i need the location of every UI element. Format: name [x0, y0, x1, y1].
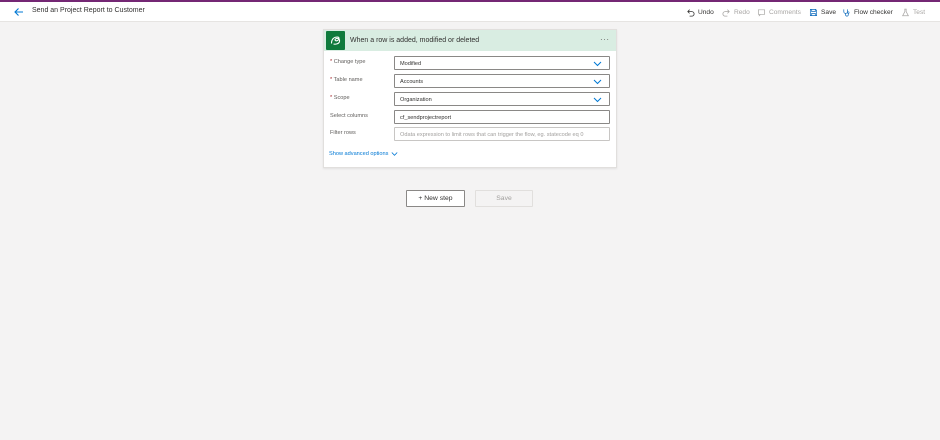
comments-label: Comments [769, 8, 801, 16]
save-command-label: Save [821, 8, 837, 16]
command-bar: Send an Project Report to Customer Undo … [0, 2, 940, 22]
show-advanced-options-label: Show advanced options [329, 151, 389, 157]
filter-rows-placeholder: Odata expression to limit rows that can … [400, 131, 584, 138]
redo-icon [722, 8, 730, 17]
scope-label: * Scope [330, 95, 350, 101]
select-columns-label: Select columns [330, 113, 368, 119]
trigger-card-header[interactable]: When a row is added, modified or deleted… [324, 30, 616, 51]
save-command-button[interactable]: Save [809, 5, 836, 19]
chevron-down-icon [593, 79, 602, 85]
flow-title: Send an Project Report to Customer [32, 7, 145, 14]
select-columns-row: Select columns cf_sendprojectreport [324, 110, 616, 126]
save-icon [809, 8, 818, 16]
save-button[interactable]: Save [475, 190, 533, 207]
test-button[interactable]: Test [901, 5, 925, 19]
table-name-dropdown[interactable]: Accounts [394, 74, 610, 88]
chevron-down-icon [593, 97, 602, 103]
undo-label: Undo [698, 8, 714, 16]
change-type-row: * Change type Modified [324, 56, 616, 72]
filter-rows-row: Filter rows Odata expression to limit ro… [324, 127, 616, 143]
flow-checker-label: Flow checker [854, 8, 893, 16]
stethoscope-icon [843, 8, 850, 16]
table-name-label: * Table name [330, 77, 363, 83]
redo-label: Redo [734, 8, 750, 16]
back-arrow-icon[interactable] [13, 6, 25, 18]
comment-icon [757, 8, 766, 17]
test-label: Test [913, 8, 926, 16]
change-type-dropdown[interactable]: Modified [394, 56, 610, 70]
dataverse-icon [326, 31, 345, 50]
table-name-row: * Table name Accounts [324, 74, 616, 90]
scope-dropdown[interactable]: Organization [394, 92, 610, 106]
redo-button[interactable]: Redo [722, 5, 750, 19]
select-columns-input[interactable]: cf_sendprojectreport [394, 110, 610, 124]
chevron-down-icon [391, 152, 398, 156]
more-options-icon[interactable]: ··· [600, 35, 610, 44]
table-name-value: Accounts [400, 78, 424, 85]
trigger-title: When a row is added, modified or deleted [350, 37, 480, 44]
scope-row: * Scope Organization [324, 92, 616, 108]
select-columns-value: cf_sendprojectreport [400, 114, 451, 121]
change-type-label: * Change type [330, 59, 366, 65]
scope-value: Organization [400, 96, 432, 103]
filter-rows-input[interactable]: Odata expression to limit rows that can … [394, 127, 610, 141]
comments-button[interactable]: Comments [757, 5, 801, 19]
flask-icon [902, 8, 909, 16]
filter-rows-label: Filter rows [330, 130, 356, 136]
chevron-down-icon [593, 61, 602, 67]
trigger-card: When a row is added, modified or deleted… [323, 29, 617, 168]
change-type-value: Modified [400, 60, 422, 67]
undo-icon [687, 8, 695, 17]
flow-checker-button[interactable]: Flow checker [842, 5, 893, 19]
undo-button[interactable]: Undo [686, 5, 714, 19]
show-advanced-options-link[interactable]: Show advanced options [329, 151, 398, 157]
new-step-button[interactable]: + New step [406, 190, 465, 207]
